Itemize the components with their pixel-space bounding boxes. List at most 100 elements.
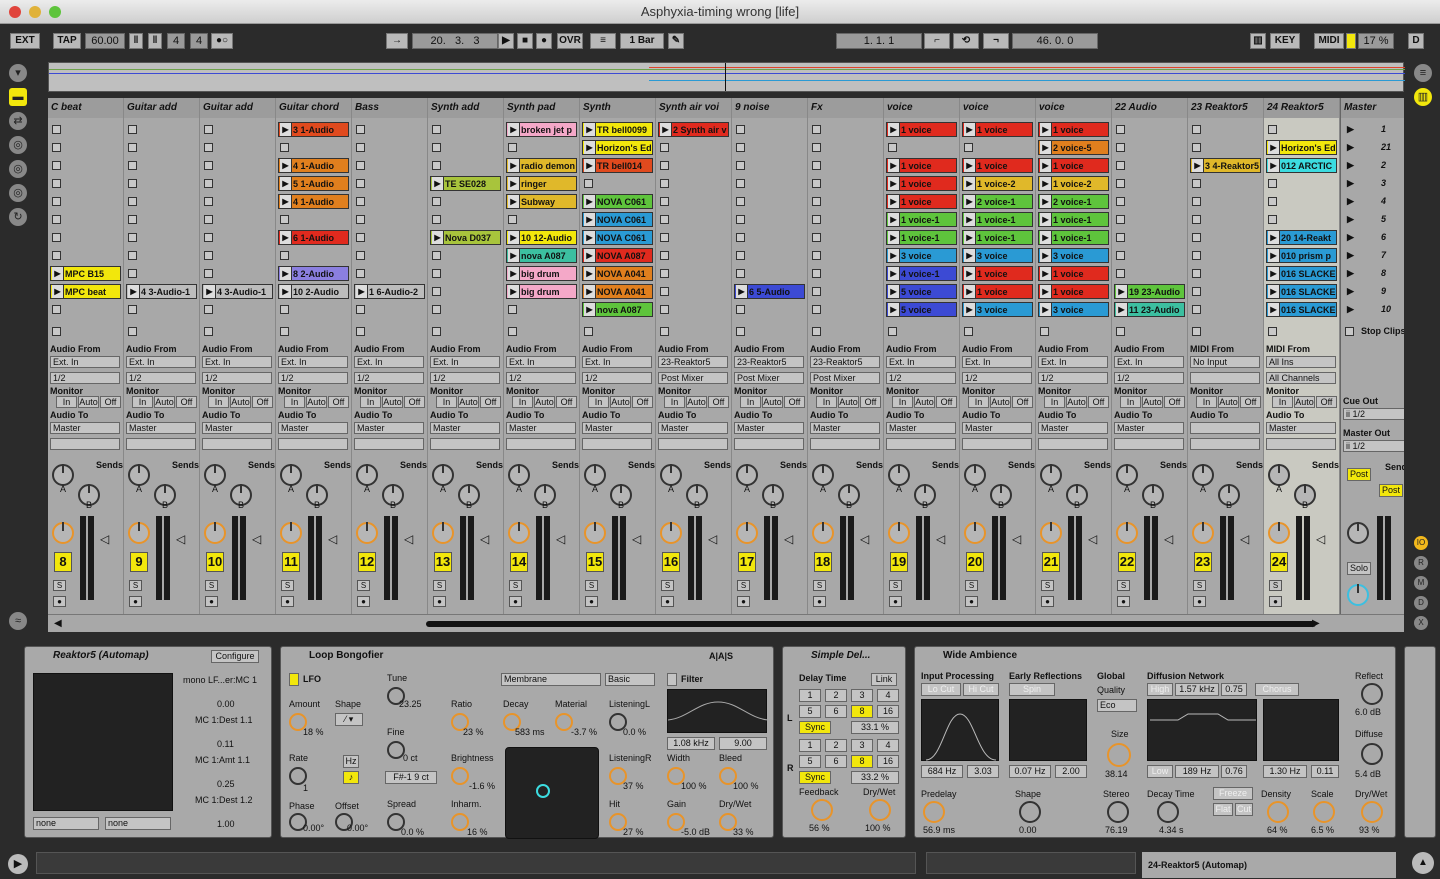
track-title[interactable]: Fx [808, 98, 883, 118]
clip-slot[interactable]: ▶ 1 voice [886, 194, 957, 209]
arm-button[interactable]: ● [129, 596, 142, 607]
input-type-select[interactable]: Ext. In [1114, 356, 1184, 368]
monitor-auto-button[interactable]: Auto [914, 396, 935, 408]
clip-play-icon[interactable]: ▶ [1040, 159, 1052, 172]
clip-slot[interactable]: ▶ 1 voice [962, 284, 1033, 299]
monitor-in-button[interactable]: In [360, 396, 381, 408]
track-stop-icon[interactable] [660, 327, 669, 336]
clip-play-icon[interactable]: ▶ [964, 267, 976, 280]
monitor-in-button[interactable]: In [892, 396, 913, 408]
plugin-devices-icon[interactable]: ⇄ [9, 112, 27, 130]
empty-clip-slot[interactable] [1190, 284, 1261, 299]
empty-clip-slot[interactable] [1114, 230, 1185, 245]
output-select[interactable] [1190, 422, 1260, 434]
track-activator[interactable]: 22 [1118, 552, 1136, 572]
lo-cut-button[interactable]: Lo Cut [921, 683, 961, 696]
macro-none-select-2[interactable]: none [105, 817, 171, 830]
empty-clip-slot[interactable] [202, 266, 273, 281]
track-stop-icon[interactable] [584, 327, 593, 336]
low-ratio-value[interactable]: 0.76 [1221, 765, 1247, 778]
empty-clip-slot[interactable] [1190, 266, 1261, 281]
clip-slot[interactable]: ▶ 2 voice-1 [962, 194, 1033, 209]
empty-clip-slot[interactable] [658, 266, 729, 281]
clip-play-icon[interactable]: ▶ [1040, 123, 1052, 136]
clip-stop-icon[interactable] [432, 251, 441, 260]
volume-fader-icon[interactable]: ◁ [1012, 532, 1021, 546]
clip-slot[interactable]: ▶ 2 Synth air v [658, 122, 729, 137]
clip-play-icon[interactable]: ▶ [1192, 159, 1204, 172]
monitor-off-button[interactable]: Off [784, 396, 805, 408]
empty-clip-slot[interactable] [734, 140, 805, 155]
clip-slot[interactable]: ▶ 4 3-Audio-1 [126, 284, 197, 299]
clip-slot[interactable]: ▶ 1 voice-2 [962, 176, 1033, 191]
clip-play-icon[interactable]: ▶ [52, 267, 64, 280]
monitor-off-button[interactable]: Off [480, 396, 501, 408]
send-a-knob[interactable] [812, 464, 834, 486]
clip-stop-icon[interactable] [356, 143, 365, 152]
clip-stop-icon[interactable] [736, 143, 745, 152]
play-icon[interactable]: ▶ [498, 33, 514, 49]
stop-button-slot[interactable] [278, 324, 349, 336]
scene-launch[interactable]: ▶ 21 [1343, 140, 1404, 155]
clip-play-icon[interactable]: ▶ [1040, 177, 1052, 190]
cut-button[interactable]: Cut [1235, 803, 1253, 816]
clip-slot[interactable]: ▶ 1 voice [962, 158, 1033, 173]
amb-drywet-knob[interactable] [1361, 801, 1383, 823]
clip-slot[interactable]: ▶ TR bell0099 [582, 122, 653, 137]
empty-clip-slot[interactable] [810, 212, 881, 227]
empty-clip-slot[interactable] [810, 266, 881, 281]
clip-slot[interactable]: ▶ 1 voice [1038, 122, 1109, 137]
empty-clip-slot[interactable] [50, 176, 121, 191]
clip-slot[interactable]: ▶ 1 voice [1038, 284, 1109, 299]
clip-stop-icon[interactable] [736, 161, 745, 170]
scroll-right-icon[interactable]: ▶ [1312, 618, 1320, 629]
clip-slot[interactable]: ▶ 8 2-Audio [278, 266, 349, 281]
stop-icon[interactable]: ■ [517, 33, 533, 49]
monitor-off-button[interactable]: Off [252, 396, 273, 408]
monitor-in-button[interactable]: In [1120, 396, 1141, 408]
reflect-knob[interactable] [1361, 683, 1383, 705]
cue-out-select[interactable]: ii 1/2 [1343, 408, 1404, 420]
high-freq-value[interactable]: 1.57 kHz [1175, 683, 1219, 696]
track-activator[interactable]: 20 [966, 552, 984, 572]
empty-clip-slot[interactable] [1114, 176, 1185, 191]
low-freq-value[interactable]: 189 Hz [1175, 765, 1219, 778]
clip-slot[interactable]: ▶ nova A087 [506, 248, 577, 263]
input-type-select[interactable]: 23-Reaktor5 [810, 356, 880, 368]
configure-button[interactable]: Configure [211, 650, 259, 663]
input-type-select[interactable]: 23-Reaktor5 [734, 356, 804, 368]
empty-clip-slot[interactable] [962, 140, 1033, 155]
monitor-in-button[interactable]: In [436, 396, 457, 408]
clip-stop-icon[interactable] [204, 269, 213, 278]
clip-play-icon[interactable]: ▶ [508, 231, 520, 244]
clip-slot[interactable]: ▶ radio demon [506, 158, 577, 173]
scene-play-icon[interactable]: ▶ [1347, 140, 1354, 155]
input-channel-select[interactable]: 1/2 [1038, 372, 1108, 384]
clip-stop-icon[interactable] [204, 197, 213, 206]
clip-play-icon[interactable]: ▶ [964, 123, 976, 136]
clip-stop-icon[interactable] [812, 251, 821, 260]
empty-clip-slot[interactable] [810, 302, 881, 317]
empty-clip-slot[interactable] [658, 302, 729, 317]
clip-slot[interactable]: ▶ 6 1-Audio [278, 230, 349, 245]
stop-button-slot[interactable] [354, 324, 425, 336]
send-a-knob[interactable] [1116, 464, 1138, 486]
clip-stop-icon[interactable] [128, 197, 137, 206]
clip-slot[interactable]: ▶ 012 ARCTIC [1266, 158, 1337, 173]
clip-play-icon[interactable]: ▶ [1040, 231, 1052, 244]
monitor-in-button[interactable]: In [1272, 396, 1293, 408]
stop-button-slot[interactable] [1190, 324, 1261, 336]
solo-button[interactable]: S [1193, 580, 1206, 591]
clip-play-icon[interactable]: ▶ [964, 177, 976, 190]
live-devices-icon[interactable]: ▬ [9, 88, 27, 106]
pan-knob[interactable] [432, 522, 454, 544]
clip-stop-icon[interactable] [1192, 305, 1201, 314]
clip-stop-icon[interactable] [736, 269, 745, 278]
scene-play-icon[interactable]: ▶ [1347, 230, 1354, 245]
track-stop-icon[interactable] [1040, 327, 1049, 336]
clip-stop-icon[interactable] [1116, 197, 1125, 206]
empty-clip-slot[interactable] [202, 230, 273, 245]
send-a-knob[interactable] [280, 464, 302, 486]
output-select[interactable]: Master [1038, 422, 1108, 434]
clip-stop-icon[interactable] [736, 233, 745, 242]
